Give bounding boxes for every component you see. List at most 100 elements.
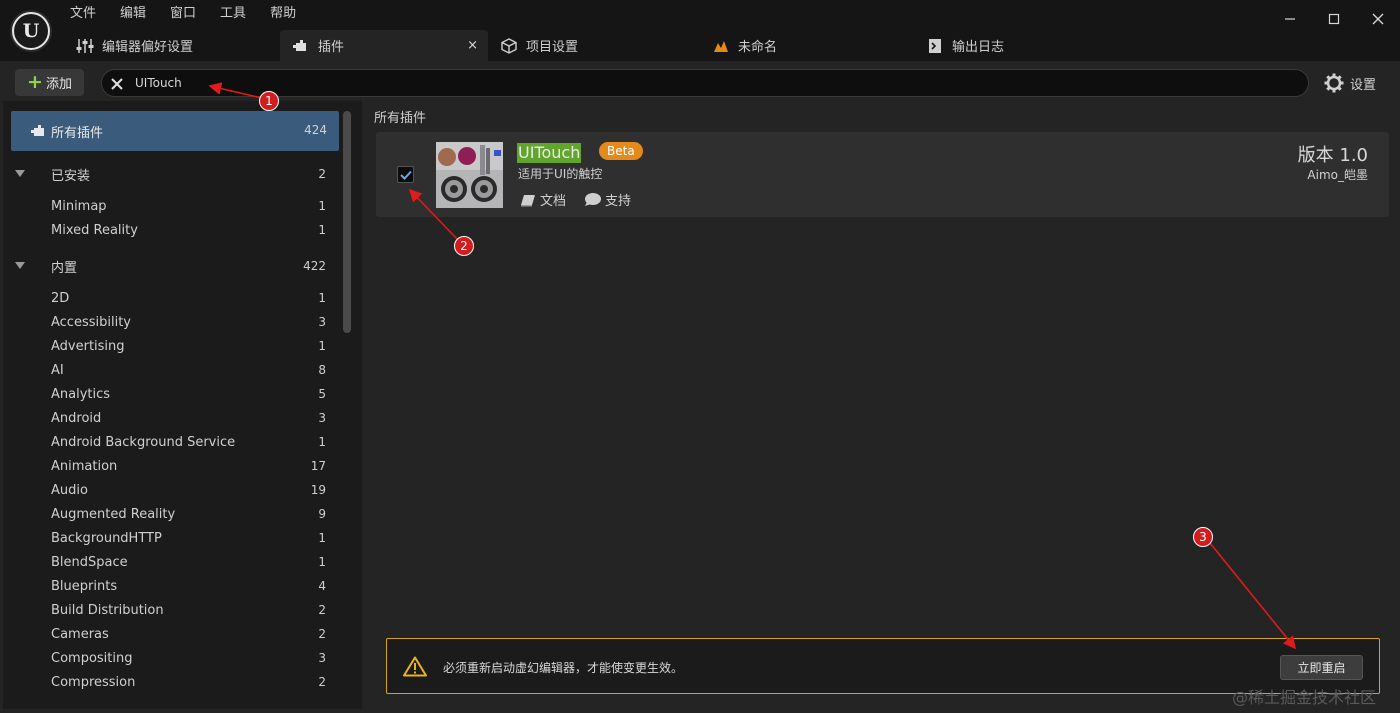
category-row[interactable]: AI 8: [3, 358, 343, 382]
category-row[interactable]: Advertising 1: [3, 334, 343, 358]
category-count: 3: [318, 651, 326, 665]
plugin-card[interactable]: UITouch Beta 适用于UI的触控 文档 支持 版本 1.0 Aimo_…: [376, 132, 1389, 217]
tab-level[interactable]: 未命名: [700, 30, 914, 61]
plugin-icon: [292, 37, 310, 55]
category-group-row[interactable]: 已安装 2: [3, 162, 343, 186]
category-row[interactable]: Mixed Reality 1: [3, 218, 343, 242]
category-row[interactable]: Blueprints 4: [3, 574, 343, 598]
category-row[interactable]: Analytics 5: [3, 382, 343, 406]
minimize-button[interactable]: [1268, 0, 1312, 38]
annotation-marker-1: 1: [259, 91, 279, 111]
restart-message: 必须重新启动虚幻编辑器，才能使变更生效。: [443, 661, 684, 675]
category-row[interactable]: Build Distribution 2: [3, 598, 343, 622]
category-label: Build Distribution: [51, 602, 164, 618]
category-row[interactable]: 2D 1: [3, 286, 343, 310]
clear-search-icon[interactable]: [106, 73, 128, 95]
category-label: Accessibility: [51, 314, 131, 330]
tab-editor-preferences[interactable]: 编辑器偏好设置: [64, 30, 280, 61]
category-label: Compression: [51, 674, 136, 690]
category-group-row[interactable]: 内置 422: [3, 254, 343, 278]
menu-window[interactable]: 窗口: [158, 0, 208, 28]
category-row[interactable]: Accessibility 3: [3, 310, 343, 334]
category-count: 1: [318, 199, 326, 213]
close-window-button[interactable]: [1356, 0, 1400, 38]
category-label: Android Background Service: [51, 434, 236, 450]
add-button[interactable]: + 添加: [15, 69, 84, 96]
plugin-enabled-checkbox[interactable]: [397, 166, 414, 183]
category-row[interactable]: Animation 17: [3, 454, 343, 478]
add-button-label: 添加: [45, 77, 72, 92]
annotation-marker-3: 3: [1193, 527, 1213, 547]
category-label: Audio: [51, 482, 88, 498]
category-count: 3: [318, 411, 326, 425]
settings-button[interactable]: 设置: [1324, 69, 1376, 97]
expand-arrow-icon[interactable]: [15, 170, 25, 177]
category-count: 4: [318, 579, 326, 593]
category-row[interactable]: Android 3: [3, 406, 343, 430]
category-label: Compositing: [51, 650, 133, 666]
category-row[interactable]: BackgroundHTTP 1: [3, 526, 343, 550]
category-label: Cameras: [51, 626, 109, 642]
category-label: BackgroundHTTP: [51, 530, 162, 546]
gear-icon: [1324, 73, 1344, 93]
category-count: 1: [318, 435, 326, 449]
tab-close-icon[interactable]: ×: [467, 38, 478, 53]
category-label: Blueprints: [51, 578, 118, 594]
category-count: 1: [318, 555, 326, 569]
support-label: 支持: [605, 194, 632, 209]
category-row[interactable]: BlendSpace 1: [3, 550, 343, 574]
category-all-plugins[interactable]: 所有插件 424: [11, 111, 339, 151]
annotation-marker-2: 2: [454, 236, 474, 256]
plugin-thumbnail: [436, 142, 503, 208]
tab-label: 未命名: [738, 40, 778, 55]
category-sidebar: 所有插件 424 已安装 2 Minimap 1 Mixed Reality 1 内置 422…: [3, 101, 362, 709]
category-row[interactable]: Minimap 1: [3, 194, 343, 218]
restart-now-button[interactable]: 立即重启: [1280, 655, 1363, 680]
log-icon: [926, 37, 944, 55]
chat-bubble-icon: [585, 193, 601, 206]
category-row[interactable]: Augmented Reality 9: [3, 502, 343, 526]
category-row[interactable]: Audio 19: [3, 478, 343, 502]
sidebar-scrollbar[interactable]: [343, 111, 351, 333]
unreal-logo[interactable]: U: [10, 10, 52, 52]
docs-label: 文档: [540, 194, 567, 209]
support-link[interactable]: 支持: [584, 190, 631, 209]
category-count: 19: [310, 483, 326, 497]
category-count: 1: [318, 291, 326, 305]
category-count: 2: [318, 627, 326, 641]
plugin-name: UITouch: [517, 143, 582, 163]
category-count: 2: [318, 675, 326, 689]
menu-bar: 文件 编辑 窗口 工具 帮助: [58, 0, 308, 28]
plus-icon: +: [27, 71, 43, 93]
category-count: 3: [318, 315, 326, 329]
category-row[interactable]: Cameras 2: [3, 622, 343, 646]
menu-file[interactable]: 文件: [58, 0, 108, 28]
docs-link[interactable]: 文档: [520, 190, 566, 209]
beta-badge: Beta: [599, 142, 643, 160]
maximize-button[interactable]: [1312, 0, 1356, 38]
tab-output-log[interactable]: 输出日志: [914, 30, 1114, 61]
plugins-toolbar: + 添加 设置: [0, 61, 1400, 101]
category-row[interactable]: Compositing 3: [3, 646, 343, 670]
tab-plugins[interactable]: 插件 ×: [280, 30, 488, 61]
category-label: AI: [51, 362, 64, 378]
pane-title: 所有插件: [374, 111, 427, 126]
maximize-icon: [1328, 13, 1340, 25]
search-input[interactable]: [135, 72, 1285, 94]
category-label: 2D: [51, 290, 70, 306]
menu-edit[interactable]: 编辑: [108, 0, 158, 28]
category-count: 2: [318, 167, 326, 181]
category-row[interactable]: Compression 2: [3, 670, 343, 694]
category-row[interactable]: Android Background Service 1: [3, 430, 343, 454]
expand-arrow-icon[interactable]: [15, 262, 25, 269]
category-count: 422: [303, 259, 326, 273]
menu-help[interactable]: 帮助: [258, 0, 308, 28]
sliders-icon: [76, 37, 94, 55]
close-icon: [1372, 13, 1384, 25]
category-count: 2: [318, 603, 326, 617]
category-count: 1: [318, 339, 326, 353]
plugin-icon: [31, 125, 44, 136]
tab-label: 项目设置: [526, 40, 579, 55]
menu-tools[interactable]: 工具: [208, 0, 258, 28]
tab-project-settings[interactable]: 项目设置: [488, 30, 700, 61]
